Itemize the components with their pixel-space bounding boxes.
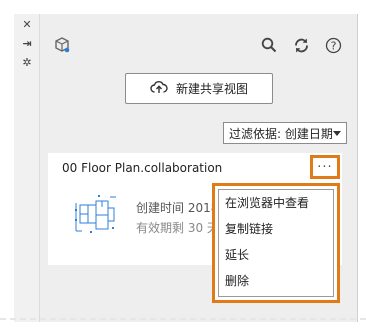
search-icon[interactable]: [260, 36, 278, 54]
cube-share-icon[interactable]: [52, 35, 72, 55]
filter-label: 过滤依据: 创建日期: [229, 126, 333, 141]
new-shared-view-button[interactable]: 新建共享视图: [125, 73, 273, 104]
cloud-upload-icon: [150, 80, 168, 97]
created-time: 创建时间 2018: [136, 201, 216, 215]
more-options-button[interactable]: ···: [310, 155, 340, 179]
side-strip: ✕ ⇥ ✲: [14, 14, 40, 322]
sort-filter-select[interactable]: 过滤依据: 创建日期: [223, 122, 347, 144]
menu-item-view-in-browser[interactable]: 在浏览器中查看: [219, 190, 333, 216]
context-menu: 在浏览器中查看 复制链接 延长 删除: [218, 189, 334, 297]
svg-text:?: ?: [330, 39, 336, 52]
menu-item-extend[interactable]: 延长: [219, 242, 333, 268]
settings-icon[interactable]: ✲: [14, 56, 40, 70]
refresh-icon[interactable]: [292, 36, 310, 54]
more-icon: ···: [317, 159, 333, 175]
expiry-text: 有效期剩 30 天: [136, 221, 216, 235]
menu-item-copy-link[interactable]: 复制链接: [219, 216, 333, 242]
floor-plan-thumbnail: [74, 193, 118, 237]
card-title: 00 Floor Plan.collaboration: [62, 161, 223, 175]
collapse-icon[interactable]: ⇥: [14, 37, 40, 51]
context-menu-highlight: 在浏览器中查看 复制链接 延长 删除: [212, 183, 340, 303]
close-icon[interactable]: ✕: [14, 18, 40, 32]
new-shared-view-label: 新建共享视图: [175, 82, 248, 96]
menu-item-delete[interactable]: 删除: [219, 268, 333, 294]
chevron-down-icon: [333, 131, 341, 136]
shared-views-panel: ? 新建共享视图 过滤依据: 创建日期 00 Floor Plan.collab…: [40, 14, 358, 322]
help-icon[interactable]: ?: [324, 36, 342, 54]
bottom-divider: [0, 318, 366, 320]
